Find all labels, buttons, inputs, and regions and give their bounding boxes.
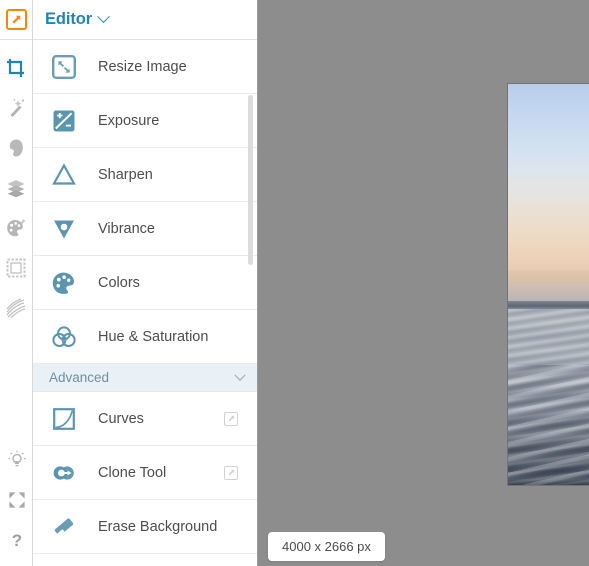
section-header-advanced[interactable]: Advanced [33, 364, 257, 392]
frame-border-icon [6, 258, 26, 278]
menu-item-exposure[interactable]: Exposure [33, 94, 257, 148]
rail-item-portrait-retouch[interactable] [0, 128, 32, 168]
paint-palette-icon [7, 219, 26, 237]
portrait-retouch-icon [9, 139, 23, 157]
expand-arrows-icon [8, 492, 25, 508]
rail-item-fullscreen[interactable] [0, 480, 33, 520]
layers-icon [7, 180, 25, 198]
rail-item-texture[interactable] [0, 288, 32, 328]
rail-item-magic-wand[interactable] [0, 88, 32, 128]
image-dimensions-badge: 4000 x 2666 px [268, 532, 385, 561]
menu-item-resize-image[interactable]: Resize Image [33, 40, 257, 94]
texture-icon [6, 298, 26, 318]
help-question-icon: ? [11, 531, 21, 549]
orange-arrow-logo-icon [5, 9, 27, 30]
menu-item-label: Curves [98, 410, 144, 427]
menu-item-label: Erase Background [98, 518, 218, 535]
menu-item-curves[interactable]: Curves [33, 392, 257, 446]
menu-item-vibrance[interactable]: Vibrance [33, 202, 257, 256]
menu-item-partial-next[interactable] [33, 554, 257, 566]
panel-scrollbar-thumb[interactable] [248, 95, 253, 265]
clone-tool-icon [49, 458, 79, 488]
resize-image-icon [49, 52, 79, 82]
rail-item-paint-palette[interactable] [0, 208, 32, 248]
tools-menu-list[interactable]: Resize Image Exposure Sharpen Vibrance C… [33, 40, 257, 566]
tool-rail-bottom-items: ? [0, 440, 33, 560]
svg-text:?: ? [11, 531, 21, 549]
curves-icon [49, 404, 79, 434]
menu-item-label: Resize Image [98, 58, 187, 75]
photo-horizon-glow [508, 270, 589, 303]
eraser-icon [49, 512, 79, 542]
image-editor-window: 4000 x 2666 px ? Editor Resize Image Exp… [0, 0, 589, 566]
menu-item-label: Vibrance [98, 220, 155, 237]
menu-item-label: Hue & Saturation [98, 328, 209, 345]
rail-item-crop[interactable] [0, 48, 32, 88]
photo-water-ripples-foreground [508, 364, 589, 485]
section-label: Advanced [49, 370, 110, 385]
vibrance-droplet-icon [49, 214, 79, 244]
lightbulb-icon [7, 450, 26, 467]
arrow-up-right-badge-icon[interactable] [224, 465, 238, 480]
menu-item-erase-background[interactable]: Erase Background [33, 500, 257, 554]
magic-wand-icon [10, 98, 25, 117]
editor-tools-panel: Editor Resize Image Exposure Sharpen Vib… [33, 0, 258, 566]
chevron-down-icon[interactable] [234, 369, 246, 381]
menu-item-hue-saturation[interactable]: Hue & Saturation [33, 310, 257, 364]
crop-icon [7, 59, 24, 77]
menu-item-label: Clone Tool [98, 464, 167, 481]
panel-header[interactable]: Editor [33, 0, 257, 40]
tool-rail-items [0, 40, 32, 328]
rail-item-frame-border[interactable] [0, 248, 32, 288]
arrow-up-right-badge-icon[interactable] [224, 411, 238, 426]
rail-item-tips[interactable] [0, 440, 33, 480]
menu-item-sharpen[interactable]: Sharpen [33, 148, 257, 202]
rail-item-help[interactable]: ? [0, 520, 33, 560]
exposure-icon [49, 106, 79, 136]
menu-item-clone-tool[interactable]: Clone Tool [33, 446, 257, 500]
tool-rail: ? [0, 0, 33, 566]
color-palette-icon [49, 268, 79, 298]
menu-item-label: Sharpen [98, 166, 153, 183]
menu-item-colors[interactable]: Colors [33, 256, 257, 310]
venn-circles-icon [49, 322, 79, 352]
editor-canvas[interactable]: 4000 x 2666 px [258, 0, 589, 566]
sharpen-triangle-icon [49, 160, 79, 190]
rail-item-layers[interactable] [0, 168, 32, 208]
menu-item-label: Colors [98, 274, 140, 291]
menu-item-label: Exposure [98, 112, 160, 129]
photo-sky-region [508, 84, 589, 271]
chevron-down-icon[interactable] [97, 10, 110, 24]
app-logo[interactable] [0, 0, 32, 40]
image-preview[interactable] [508, 84, 589, 485]
page-title: Editor [45, 10, 93, 28]
